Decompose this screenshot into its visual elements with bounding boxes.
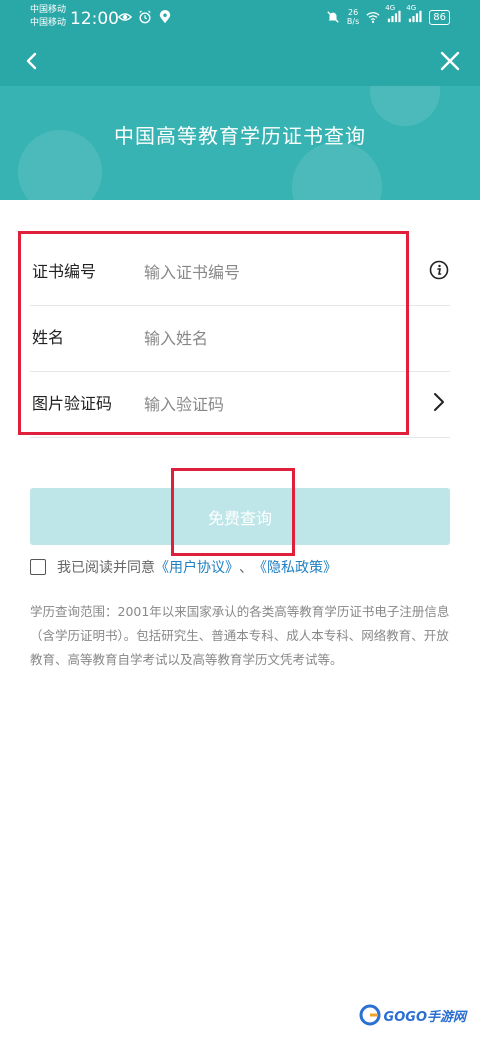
carrier-info: 中国移动 中国移动: [30, 4, 66, 30]
carrier-1: 中国移动: [30, 5, 67, 15]
battery-icon: 86: [429, 9, 450, 25]
annotation-box-button: [171, 468, 295, 556]
agreement-row: 我已阅读并同意 《用户协议》 、 《隐私政策》: [30, 557, 337, 577]
info-icon[interactable]: [429, 260, 449, 280]
header-banner: 中国高等教育学历证书查询: [0, 86, 480, 200]
agreement-prefix: 我已阅读并同意: [57, 560, 155, 576]
gogo-logo-icon: [359, 1004, 381, 1026]
wifi-icon: [366, 12, 380, 23]
page-title: 中国高等教育学历证书查询: [114, 124, 366, 148]
privacy-policy-link[interactable]: 《隐私政策》: [253, 557, 337, 577]
watermark-text: GOGO手游网: [383, 1009, 466, 1025]
annotation-box-form: [18, 231, 409, 435]
nav-bar: [0, 36, 480, 86]
signal-2: 4G: [406, 4, 422, 26]
signal-1: 4G: [385, 4, 401, 26]
location-icon: [159, 10, 171, 24]
mute-icon: [327, 11, 339, 23]
query-scope-description: 学历查询范围：2001年以来国家承认的各类高等教育学历证书电子注册信息（含学历证…: [30, 604, 450, 667]
watermark: GOGO手游网: [359, 1004, 466, 1026]
net-speed: 26 B/s: [346, 8, 360, 26]
alarm-icon: [139, 10, 151, 24]
carrier-2: 中国移动: [30, 18, 67, 28]
status-bar: 中国移动 中国移动 12:00 26 B/s 4G 4G 86: [0, 0, 480, 36]
close-icon[interactable]: [438, 49, 462, 73]
eye-icon: [118, 13, 132, 21]
chevron-right-icon[interactable]: [432, 391, 446, 413]
status-time: 12:00: [70, 9, 119, 29]
decorative-bubble: [292, 142, 382, 200]
chevron-left-icon[interactable]: [22, 49, 42, 73]
agreement-checkbox[interactable]: [30, 559, 46, 575]
user-agreement-link[interactable]: 《用户协议》: [155, 557, 239, 577]
agreement-separator: 、: [239, 560, 253, 576]
